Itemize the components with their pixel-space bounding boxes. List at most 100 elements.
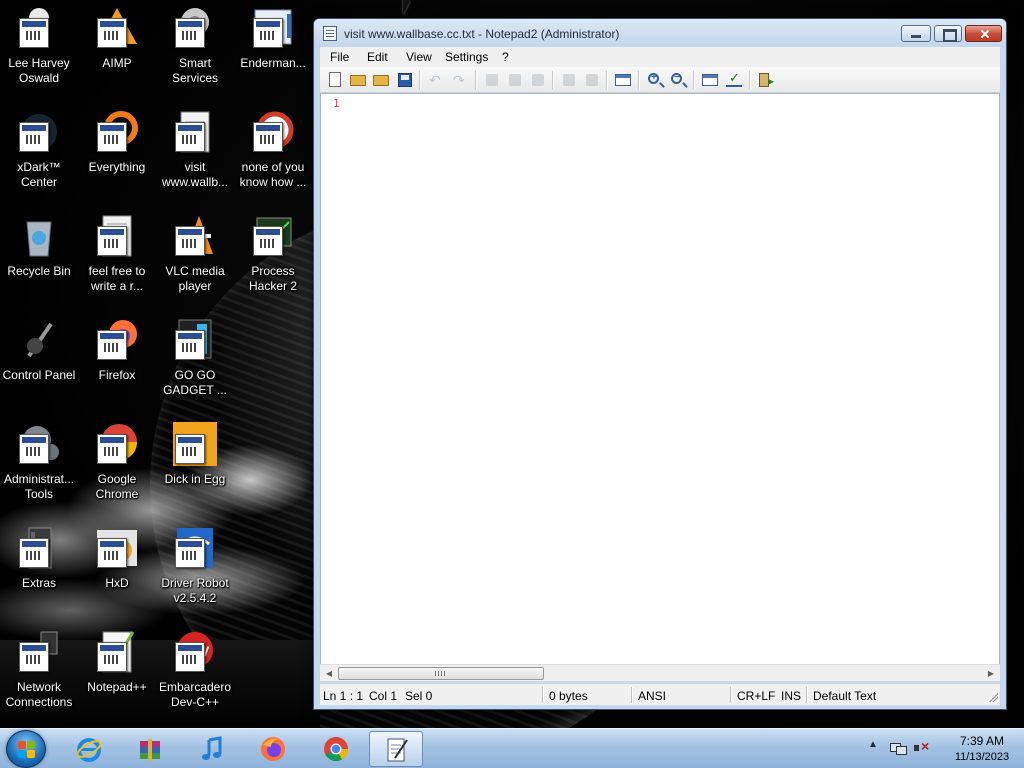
- toolbar: ↶ ↷ + −: [320, 67, 1000, 93]
- volume-muted-icon[interactable]: [914, 738, 930, 755]
- desktop-icon-xdark-center[interactable]: xDark™ Center: [0, 108, 78, 190]
- desktop-icon-feel-free-to-write[interactable]: feel free to write a r...: [78, 212, 156, 294]
- desktop-icon-administrative-tools[interactable]: Administrat... Tools: [0, 420, 78, 502]
- minimize-button[interactable]: [901, 25, 931, 42]
- desktop-icon-embarcadero-dev-cpp[interactable]: DEV Embarcadero Dev-C++: [156, 628, 234, 710]
- desktop-icon-network-connections[interactable]: Network Connections: [0, 628, 78, 710]
- find-icon[interactable]: [560, 71, 578, 89]
- desktop-icon-driver-robot[interactable]: Driver Robot v2.5.4.2: [156, 524, 234, 606]
- google-chrome-icon: [93, 420, 141, 468]
- taskbar-internet-explorer[interactable]: [62, 731, 116, 767]
- desktop-icon-label: Enderman...: [240, 56, 306, 70]
- new-file-icon[interactable]: [326, 71, 344, 89]
- music-note-icon: [202, 736, 222, 760]
- desktop-icon-label: Driver Robot v2.5.4.2: [161, 576, 229, 605]
- zoom-out-icon[interactable]: −: [669, 71, 687, 89]
- feel-free-to-write-icon: [93, 212, 141, 260]
- windows-logo-icon: [18, 741, 36, 759]
- browse-icon[interactable]: [372, 71, 390, 89]
- paste-icon[interactable]: [529, 71, 547, 89]
- menu-edit[interactable]: Edit: [365, 49, 390, 65]
- desktop-icon-firefox[interactable]: Firefox: [78, 316, 156, 383]
- menu-settings[interactable]: Settings: [443, 49, 490, 65]
- dick-in-egg-icon: e: [171, 420, 219, 468]
- menu-help[interactable]: ?: [500, 49, 511, 65]
- cut-icon[interactable]: [483, 71, 501, 89]
- desktop-icon-label: Network Connections: [5, 680, 73, 709]
- desktop-icon-aimp[interactable]: AIMP: [78, 4, 156, 71]
- customize-scheme-icon[interactable]: [725, 70, 743, 89]
- scrollbar-thumb[interactable]: [338, 667, 544, 680]
- save-icon[interactable]: [396, 71, 414, 89]
- aimp-icon: [93, 4, 141, 52]
- desktop-icon-everything[interactable]: Everything: [78, 108, 156, 175]
- desktop-icon-vlc-media-player[interactable]: VLC media player: [156, 212, 234, 294]
- desktop-icon-label: xDark™ Center: [17, 160, 61, 189]
- start-button[interactable]: [6, 730, 46, 768]
- show-hidden-icons-icon[interactable]: ▲: [868, 739, 878, 750]
- network-icon[interactable]: [890, 741, 907, 755]
- desktop-icon-label: Process Hacker 2: [248, 264, 298, 293]
- desktop-icon-none-of-you-know-how[interactable]: none of you know how ...: [234, 108, 312, 190]
- xdark-center-icon: [15, 108, 63, 156]
- status-encoding: ANSI: [638, 689, 667, 703]
- desktop-icon-notepad-plus-plus[interactable]: Notepad++: [78, 628, 156, 695]
- status-column: Col 1: [369, 689, 398, 703]
- desktop-icon-control-panel[interactable]: Control Panel: [0, 316, 78, 383]
- desktop-icon-label: GO GO GADGET ...: [163, 368, 227, 397]
- desktop-icon-recycle-bin[interactable]: Recycle Bin: [0, 212, 78, 279]
- desktop-icon-process-hacker-2[interactable]: Process Hacker 2: [234, 212, 312, 294]
- scheme-icon[interactable]: [701, 71, 719, 89]
- taskbar-notepad2[interactable]: [369, 731, 423, 767]
- exit-icon[interactable]: [757, 71, 775, 89]
- desktop-icon-visit-wallbase[interactable]: visit www.wallb...: [156, 108, 234, 190]
- desktop-icon-hxd[interactable]: D HxD: [78, 524, 156, 591]
- redo-icon[interactable]: ↷: [451, 71, 469, 89]
- clock-date[interactable]: 11/13/2023: [942, 751, 1022, 763]
- hxd-icon: D: [93, 524, 141, 572]
- taskbar-firefox[interactable]: [246, 731, 300, 767]
- taskbar-chrome[interactable]: [309, 731, 363, 767]
- taskbar-itunes[interactable]: [185, 731, 239, 767]
- desktop-icon-lee-harvey-oswald[interactable]: Lee Harvey Oswald: [0, 4, 78, 86]
- go-go-gadget-icon: [171, 316, 219, 364]
- network-connections-icon: [15, 628, 63, 676]
- vlc-media-player-icon: [171, 212, 219, 260]
- maximize-button[interactable]: [934, 25, 962, 42]
- enderman-icon: [249, 4, 297, 52]
- open-folder-icon[interactable]: [349, 71, 367, 89]
- desktop-icon-label: VLC media player: [165, 264, 225, 293]
- clock-time[interactable]: 7:39 AM: [942, 734, 1022, 748]
- scroll-left-icon[interactable]: ◀: [322, 667, 336, 680]
- resize-grip[interactable]: [988, 692, 998, 702]
- menu-file[interactable]: File: [328, 49, 351, 65]
- desktop-icon-dick-in-egg[interactable]: e Dick in Egg: [156, 420, 234, 487]
- word-wrap-icon[interactable]: [614, 71, 632, 89]
- taskbar-winrar[interactable]: [123, 731, 177, 767]
- horizontal-scrollbar[interactable]: ◀ ▶: [320, 664, 1000, 681]
- desktop-icon-label: Notepad++: [87, 680, 147, 694]
- replace-icon[interactable]: [583, 71, 601, 89]
- zoom-in-icon[interactable]: +: [646, 71, 664, 89]
- desktop-icon-label: Firefox: [98, 368, 136, 382]
- menu-view[interactable]: View: [404, 49, 434, 65]
- desktop-icon-smart-services[interactable]: Smart Services: [156, 4, 234, 86]
- close-button[interactable]: [965, 25, 1002, 42]
- menu-bar: File Edit View Settings ?: [320, 47, 1000, 67]
- copy-icon[interactable]: [506, 71, 524, 89]
- status-size: 0 bytes: [549, 689, 588, 703]
- desktop-icon-google-chrome[interactable]: Google Chrome: [78, 420, 156, 502]
- notepad-app-icon[interactable]: [323, 26, 337, 41]
- system-tray: ▲ 7:39 AM 11/13/2023: [866, 729, 1024, 768]
- text-editor[interactable]: [343, 94, 999, 666]
- title-bar[interactable]: visit www.wallbase.cc.txt - Notepad2 (Ad…: [314, 19, 1006, 47]
- desktop-icon-label: feel free to write a r...: [88, 264, 146, 293]
- desktop-icon-extras[interactable]: Extras: [0, 524, 78, 591]
- undo-icon[interactable]: ↶: [427, 71, 445, 89]
- status-mode: INS: [781, 689, 802, 703]
- status-bar: Ln 1 : 1 Col 1 Sel 0 0 bytes ANSI CR+LF …: [320, 683, 1000, 705]
- desktop-icon-enderman[interactable]: Enderman...: [234, 4, 312, 71]
- scroll-right-icon[interactable]: ▶: [984, 667, 998, 680]
- desktop-icon-label: Extras: [21, 576, 56, 590]
- desktop-icon-go-go-gadget[interactable]: GO GO GADGET ...: [156, 316, 234, 398]
